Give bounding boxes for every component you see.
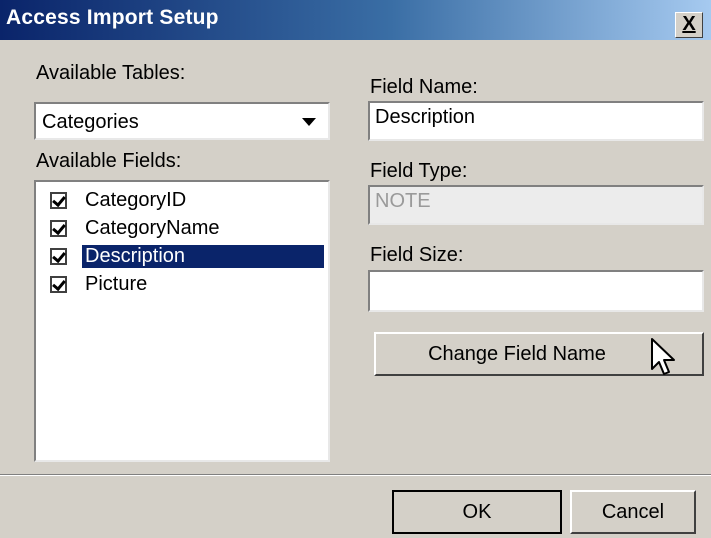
footer-divider bbox=[0, 474, 711, 476]
list-item[interactable]: Picture bbox=[48, 272, 326, 300]
available-fields-label: Available Fields: bbox=[36, 150, 182, 172]
available-fields-list[interactable]: CategoryID CategoryName Description Pict… bbox=[34, 180, 330, 462]
available-tables-value: Categories bbox=[42, 111, 139, 133]
available-tables-label: Available Tables: bbox=[36, 62, 186, 84]
available-tables-dropdown[interactable]: Categories bbox=[34, 102, 330, 140]
title-bar[interactable]: Access Import Setup X bbox=[0, 0, 711, 40]
field-size-label: Field Size: bbox=[370, 244, 464, 266]
close-icon: X bbox=[682, 13, 696, 35]
checkbox-description[interactable] bbox=[50, 248, 67, 265]
ok-label: OK bbox=[462, 501, 492, 523]
field-type-input: NOTE bbox=[368, 185, 704, 225]
checkbox-picture[interactable] bbox=[50, 276, 67, 293]
field-name-input[interactable]: Description bbox=[368, 101, 704, 141]
field-name-label: Field Name: bbox=[370, 76, 478, 98]
list-item-label: Description bbox=[81, 244, 325, 269]
checkbox-categoryid[interactable] bbox=[50, 192, 67, 209]
dropdown-arrow-icon[interactable] bbox=[302, 118, 316, 126]
list-item-selected[interactable]: Description bbox=[48, 244, 326, 272]
list-item-label: Picture bbox=[85, 273, 148, 295]
list-item-label: CategoryID bbox=[85, 189, 187, 211]
access-import-setup-dialog: Access Import Setup X Available Tables: … bbox=[0, 0, 711, 538]
field-type-label: Field Type: bbox=[370, 160, 468, 182]
cancel-button[interactable]: Cancel bbox=[570, 490, 696, 534]
change-field-name-label: Change Field Name bbox=[428, 343, 606, 365]
cancel-label: Cancel bbox=[601, 501, 665, 523]
field-size-input[interactable] bbox=[368, 270, 704, 312]
list-item-label: CategoryName bbox=[85, 217, 220, 239]
close-button[interactable]: X bbox=[675, 12, 703, 38]
mouse-pointer-icon bbox=[651, 338, 675, 375]
checkbox-categoryname[interactable] bbox=[50, 220, 67, 237]
list-item[interactable]: CategoryID bbox=[48, 188, 326, 216]
window-title: Access Import Setup bbox=[6, 6, 219, 29]
list-item[interactable]: CategoryName bbox=[48, 216, 326, 244]
ok-button[interactable]: OK bbox=[392, 490, 562, 534]
